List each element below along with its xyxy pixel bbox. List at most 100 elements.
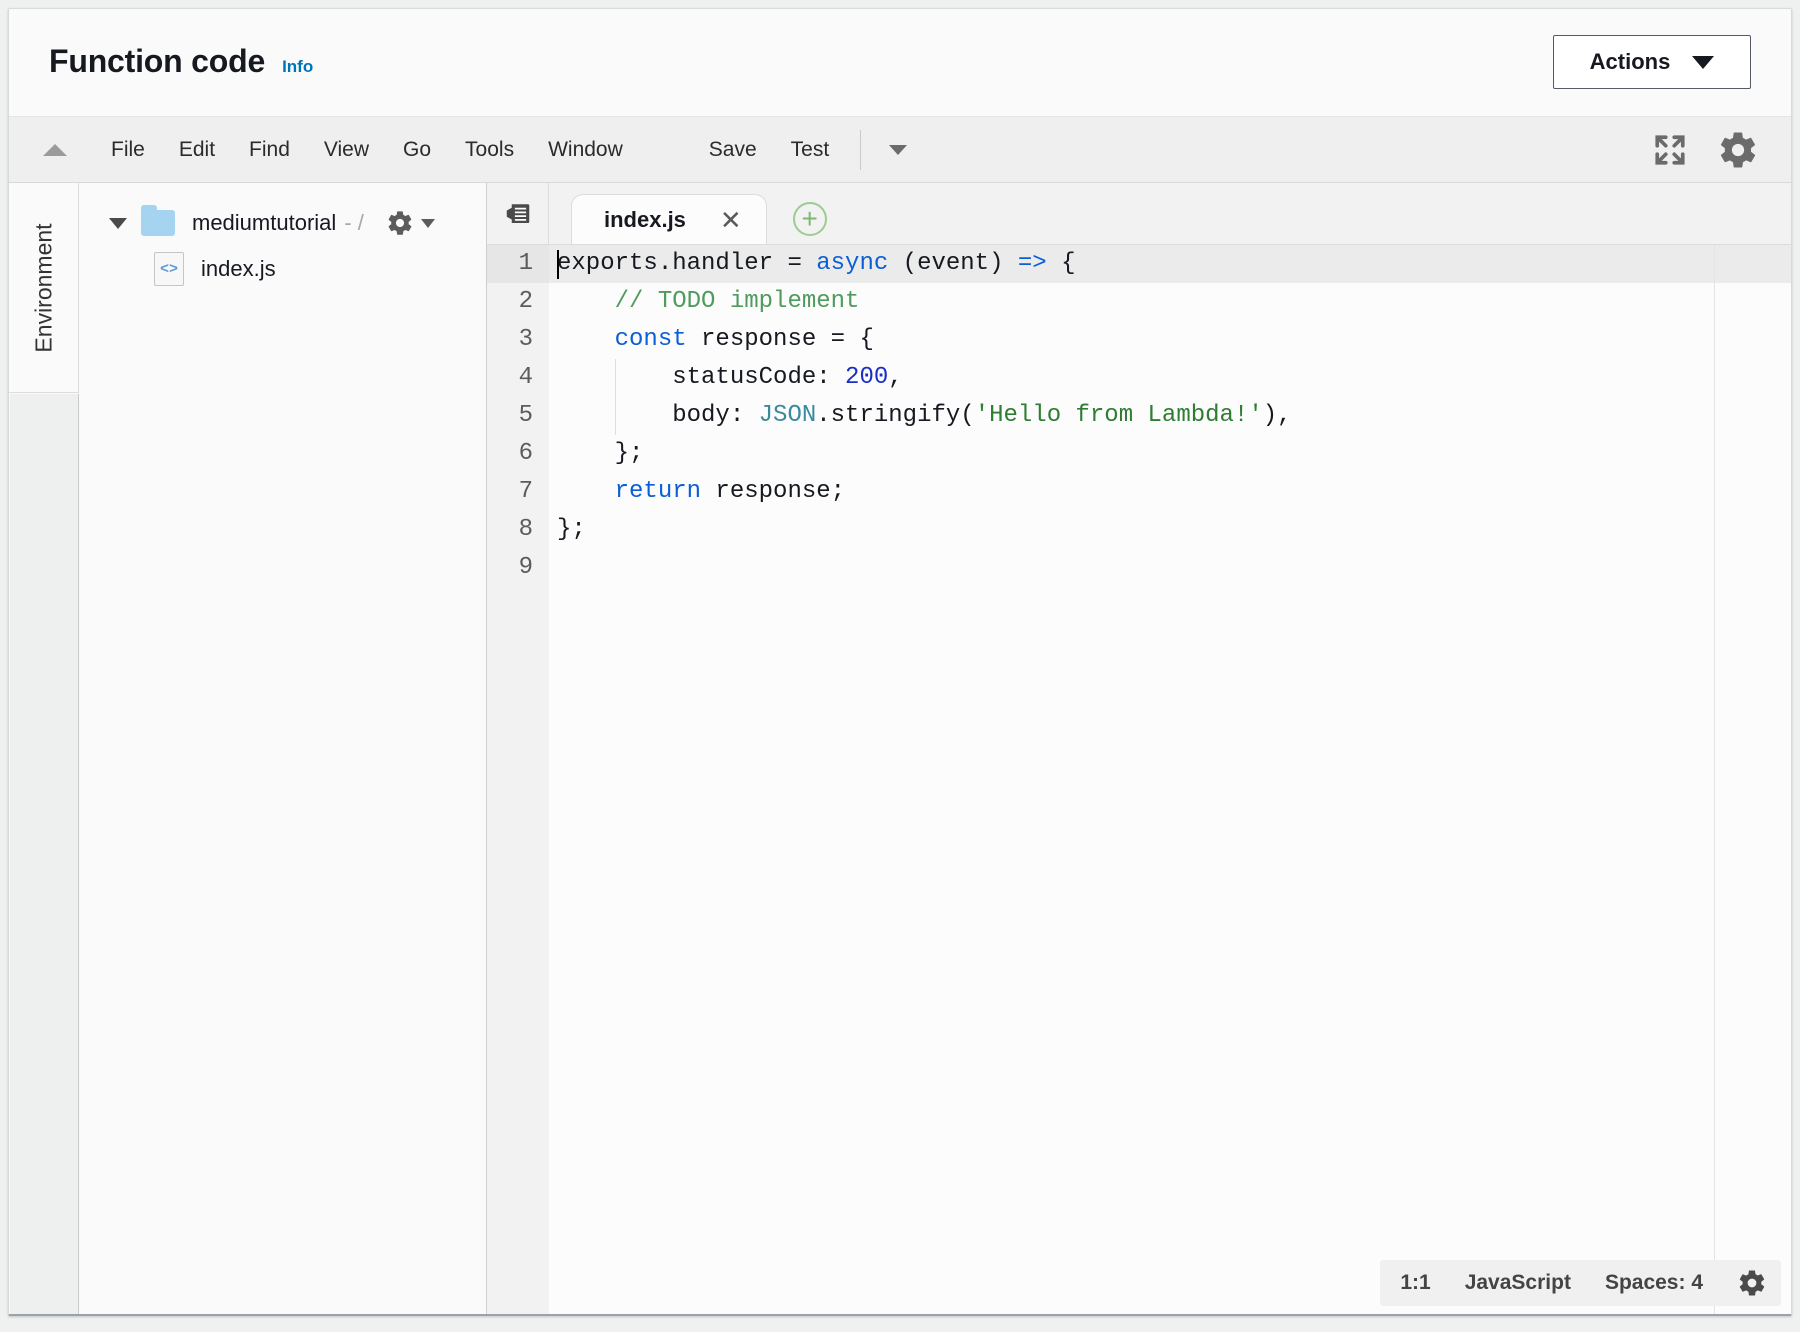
line-number: 8: [518, 516, 533, 543]
activity-bar: [10, 394, 79, 1314]
actions-button-label: Actions: [1589, 49, 1671, 74]
code-line[interactable]: return response;: [549, 473, 1791, 511]
indentation-setting[interactable]: Spaces: 4: [1605, 1271, 1703, 1295]
language-mode[interactable]: JavaScript: [1465, 1271, 1571, 1295]
code-token: };: [557, 440, 644, 467]
text-cursor: [557, 250, 559, 279]
tree-folder-mediumtutorial[interactable]: mediumtutorial - /: [79, 200, 486, 246]
fullscreen-icon[interactable]: [1653, 133, 1687, 167]
save-button[interactable]: Save: [692, 132, 774, 168]
panel-header: Function code Info Actions: [9, 9, 1791, 117]
outline-list-icon[interactable]: [487, 182, 549, 244]
line-number-gutter: 1 2 3 4 5 6 7 8 9: [487, 245, 549, 1314]
menu-item-find[interactable]: Find: [232, 132, 307, 168]
environment-tab[interactable]: Environment: [9, 183, 79, 393]
editor-tabbar: index.js ✕ +: [487, 182, 1791, 245]
menu-item-tools[interactable]: Tools: [448, 132, 531, 168]
gear-icon[interactable]: [1717, 129, 1759, 171]
actions-button[interactable]: Actions: [1553, 35, 1751, 89]
code-token: 'Hello from Lambda!': [974, 402, 1263, 429]
editor-menubar: File Edit Find View Go Tools Window Save…: [9, 117, 1791, 183]
code-token: JSON: [758, 402, 817, 429]
tab-label: index.js: [604, 206, 686, 232]
code-line[interactable]: // TODO implement: [549, 283, 1791, 321]
menubar-divider: [860, 129, 862, 170]
info-link[interactable]: Info: [282, 57, 313, 77]
line-number: 4: [518, 364, 533, 391]
code-token: return: [614, 478, 702, 505]
test-button[interactable]: Test: [774, 132, 847, 168]
status-pill: 1:1 JavaScript Spaces: 4: [1380, 1260, 1781, 1306]
line-number: 3: [518, 326, 533, 353]
menu-item-edit[interactable]: Edit: [162, 132, 232, 168]
indent-guide: [614, 359, 616, 397]
triangle-down-icon[interactable]: [109, 217, 127, 229]
menu-item-window[interactable]: Window: [531, 132, 640, 168]
function-code-card: Function code Info Actions File Edit Fin…: [8, 8, 1792, 1316]
indent-guide: [614, 397, 616, 435]
line-number: 6: [518, 440, 533, 467]
code-token: =>: [1017, 250, 1047, 277]
gear-icon[interactable]: [1737, 1268, 1767, 1298]
line-number: 1: [487, 245, 549, 283]
header-title-group: Function code Info: [49, 43, 313, 80]
code-token: {: [1046, 250, 1076, 277]
close-icon[interactable]: ✕: [720, 207, 742, 233]
code-token: ,: [888, 364, 903, 391]
line-number: 5: [518, 402, 533, 429]
code-token: response = {: [686, 326, 874, 353]
page-title: Function code: [49, 43, 266, 79]
menu-item-go[interactable]: Go: [386, 132, 448, 168]
environment-tab-label: Environment: [30, 222, 56, 353]
code-line[interactable]: };: [549, 435, 1791, 473]
code-token: response;: [701, 478, 846, 505]
code-token: (event): [888, 250, 1018, 277]
folder-settings-button[interactable]: [386, 209, 435, 237]
tree-file-index-js[interactable]: <> index.js: [79, 246, 486, 292]
tree-file-label: index.js: [201, 256, 276, 281]
menubar-right-icons: [1653, 129, 1759, 171]
code-line[interactable]: statusCode: 200,: [549, 359, 1791, 397]
code-lines: exports.handler = async (event) => { // …: [549, 245, 1791, 1314]
code-content-area[interactable]: 1 2 3 4 5 6 7 8 9 exports.handler = async (event…: [487, 245, 1791, 1314]
menu-item-file[interactable]: File: [94, 132, 162, 168]
code-token: ),: [1262, 402, 1292, 429]
code-token: // TODO implement: [614, 288, 860, 315]
ide-body: Environment mediumtutorial - / <> index.…: [9, 182, 1791, 1314]
chevron-down-icon[interactable]: [889, 144, 908, 155]
tree-folder-label: mediumtutorial: [192, 210, 337, 235]
js-file-icon: <>: [154, 252, 184, 286]
code-token: };: [557, 516, 586, 543]
code-line[interactable]: [549, 549, 1791, 587]
code-token: async: [816, 250, 889, 277]
code-line[interactable]: body: JSON.stringify('Hello from Lambda!…: [549, 397, 1791, 435]
cursor-position[interactable]: 1:1: [1400, 1271, 1430, 1295]
line-number: 9: [518, 554, 533, 581]
editor-statusbar: 1:1 JavaScript Spaces: 4: [1380, 1260, 1781, 1306]
gear-icon: [388, 211, 412, 235]
code-line[interactable]: exports.handler = async (event) => {: [549, 245, 1791, 283]
scrollbar-gutter[interactable]: [1714, 245, 1715, 1314]
triangle-up-icon[interactable]: [43, 143, 67, 156]
line-number: 7: [518, 478, 533, 505]
chevron-down-icon: [420, 218, 435, 228]
code-token: .stringify(: [816, 402, 975, 429]
code-token: =: [787, 250, 817, 277]
code-editor-panel: index.js ✕ + 1 2 3 4 5 6 7 8 9 exports.handler =…: [487, 182, 1791, 1314]
file-tree-panel: mediumtutorial - / <> index.js: [79, 183, 487, 1314]
code-line[interactable]: };: [549, 511, 1791, 549]
line-number: 2: [518, 288, 533, 315]
menu-item-view[interactable]: View: [307, 132, 386, 168]
code-line[interactable]: const response = {: [549, 321, 1791, 359]
chevron-down-icon: [1692, 55, 1715, 69]
folder-icon: [141, 205, 175, 236]
plus-circle-icon[interactable]: +: [792, 202, 827, 236]
tab-index-js[interactable]: index.js ✕: [571, 194, 767, 244]
code-token: 200: [845, 364, 889, 391]
code-token: statusCode:: [557, 364, 846, 391]
tree-folder-path: - /: [344, 210, 364, 235]
code-token: exports.handler: [557, 250, 788, 277]
